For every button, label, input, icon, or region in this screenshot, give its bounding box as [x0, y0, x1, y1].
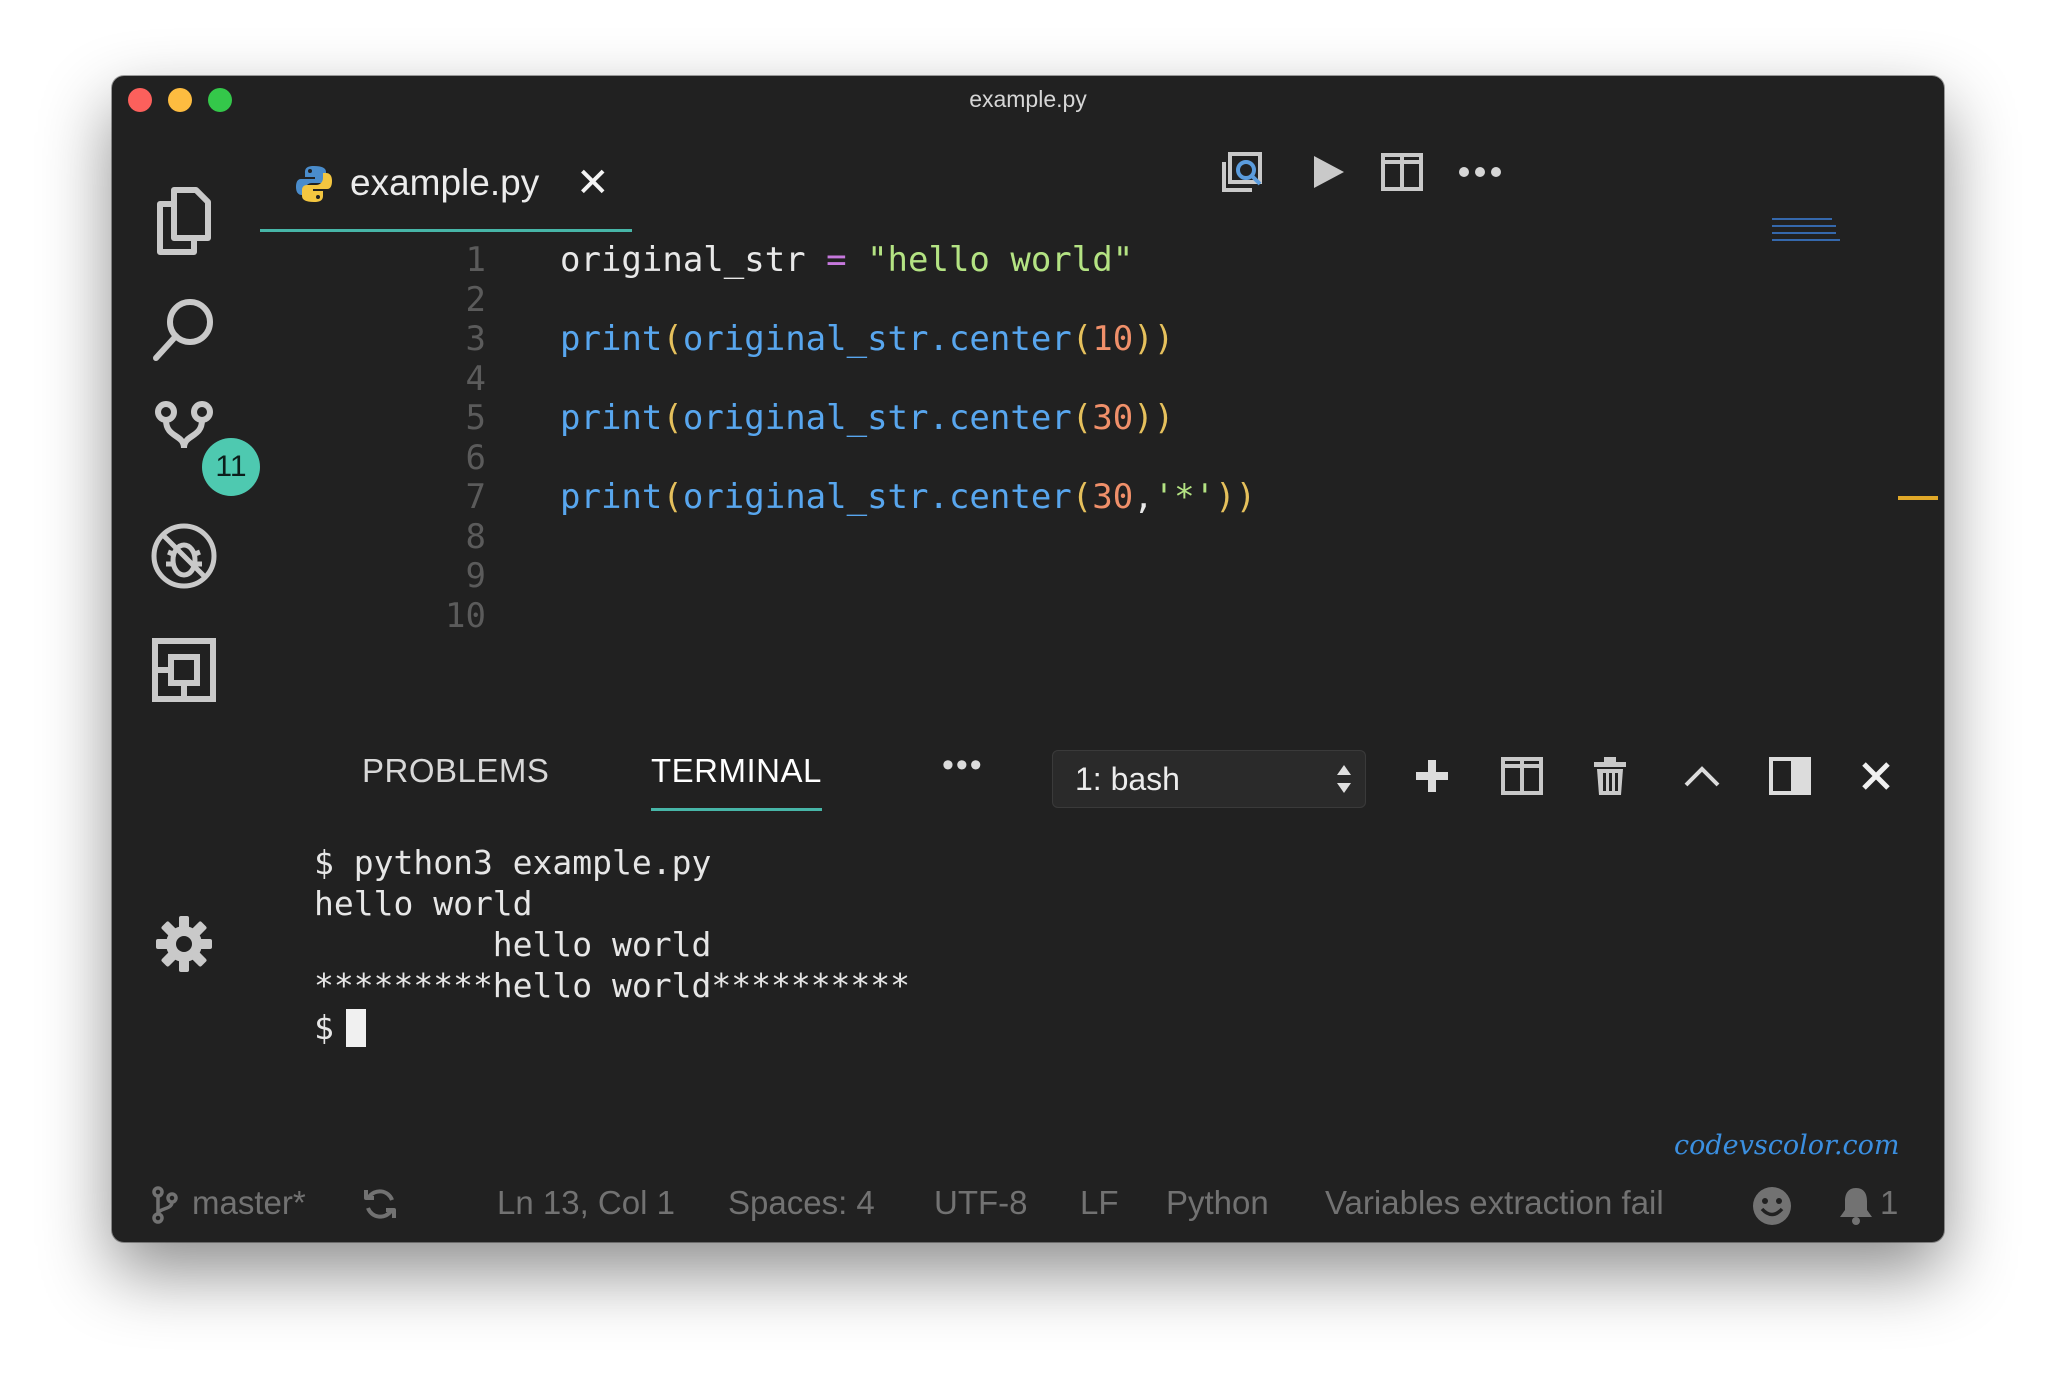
gear-icon	[154, 914, 214, 974]
sync-icon[interactable]	[362, 1186, 398, 1230]
source-control-badge: 11	[202, 438, 260, 496]
add-icon	[1414, 758, 1450, 799]
status-cursor-position[interactable]: Ln 13, Col 1	[497, 1184, 675, 1222]
close-window-button[interactable]	[128, 88, 152, 112]
minimap[interactable]	[1772, 218, 1842, 258]
tab-problems[interactable]: PROBLEMS	[362, 752, 549, 790]
extensions-icon	[149, 635, 219, 705]
smiley-icon[interactable]	[1752, 1186, 1792, 1234]
status-bar: master* Ln 13, Col 1 Spaces: 4 UTF-8 LF …	[112, 1172, 1944, 1242]
tab-label: example.py	[350, 162, 540, 203]
zoom-window-button[interactable]	[208, 88, 232, 112]
close-panel-button[interactable]	[1846, 748, 1906, 808]
source-control-button[interactable]: 11	[140, 390, 260, 496]
terminal-cursor	[345, 1009, 366, 1047]
debug-icon	[148, 520, 220, 592]
git-branch-icon	[152, 1186, 178, 1232]
status-language[interactable]: Python	[1166, 1184, 1269, 1222]
terminal-prompt-line[interactable]: $	[314, 1007, 366, 1048]
code-line[interactable]: 10	[272, 590, 1272, 642]
open-preview-button[interactable]	[1212, 144, 1272, 204]
search-button[interactable]	[140, 286, 228, 374]
title-bar: example.py	[112, 76, 1944, 120]
extensions-button[interactable]	[140, 626, 228, 714]
status-message[interactable]: Variables extraction fail	[1325, 1184, 1664, 1222]
terminal-select[interactable]: 1: bash	[1052, 750, 1366, 808]
tab-terminal[interactable]: TERMINAL	[651, 752, 822, 811]
python-icon	[294, 164, 334, 209]
scrollbar-marker	[1898, 496, 1938, 500]
run-button[interactable]	[1298, 144, 1358, 204]
status-encoding[interactable]: UTF-8	[934, 1184, 1028, 1222]
kill-terminal-button[interactable]	[1580, 748, 1640, 808]
more-icon	[1458, 165, 1502, 183]
watermark: codevscolor.com	[1674, 1130, 1900, 1161]
explorer-button[interactable]	[140, 176, 228, 264]
line-number: 10	[445, 595, 486, 636]
editor-window: example.py 11 example.py ✕ 1 original_st…	[112, 76, 1944, 1242]
files-icon	[152, 184, 216, 256]
terminal-prompt: $	[314, 1008, 334, 1047]
open-preview-icon	[1218, 148, 1266, 201]
run-icon	[1308, 152, 1348, 197]
chevron-up-icon	[1682, 763, 1722, 794]
split-editor-icon	[1380, 152, 1424, 197]
terminal-line: *********hello world**********	[314, 966, 911, 1005]
bell-icon[interactable]	[1838, 1186, 1874, 1234]
chevron-up-down-icon	[1335, 763, 1353, 800]
terminal-line: $ python3 example.py	[314, 843, 712, 882]
minimize-window-button[interactable]	[168, 88, 192, 112]
status-eol[interactable]: LF	[1080, 1184, 1119, 1222]
window-title: example.py	[969, 86, 1087, 112]
terminal-line: hello world	[314, 884, 533, 923]
panel-more-button[interactable]: •••	[942, 746, 984, 785]
search-icon	[148, 294, 220, 366]
status-indentation[interactable]: Spaces: 4	[728, 1184, 875, 1222]
settings-button[interactable]	[140, 900, 228, 988]
status-branch[interactable]: master*	[192, 1184, 306, 1222]
maximize-panel-button[interactable]	[1672, 748, 1732, 808]
terminal-select-value: 1: bash	[1075, 761, 1180, 797]
split-terminal-button[interactable]	[1492, 748, 1552, 808]
toggle-panel-position-button[interactable]	[1760, 748, 1820, 808]
debug-button[interactable]	[140, 512, 228, 600]
new-terminal-button[interactable]	[1402, 748, 1462, 808]
tab-close-button[interactable]: ✕	[576, 160, 610, 206]
toggle-panel-icon	[1769, 756, 1811, 800]
activity-bar: 11	[112, 120, 260, 1172]
terminal-line: hello world	[314, 925, 712, 964]
status-notifications[interactable]: 1	[1880, 1184, 1898, 1222]
split-editor-button[interactable]	[1372, 144, 1432, 204]
trash-icon	[1592, 755, 1628, 802]
more-actions-button[interactable]	[1450, 144, 1510, 204]
close-icon	[1861, 761, 1891, 796]
editor-tab[interactable]: example.py ✕	[260, 144, 632, 232]
split-terminal-icon	[1500, 756, 1544, 801]
